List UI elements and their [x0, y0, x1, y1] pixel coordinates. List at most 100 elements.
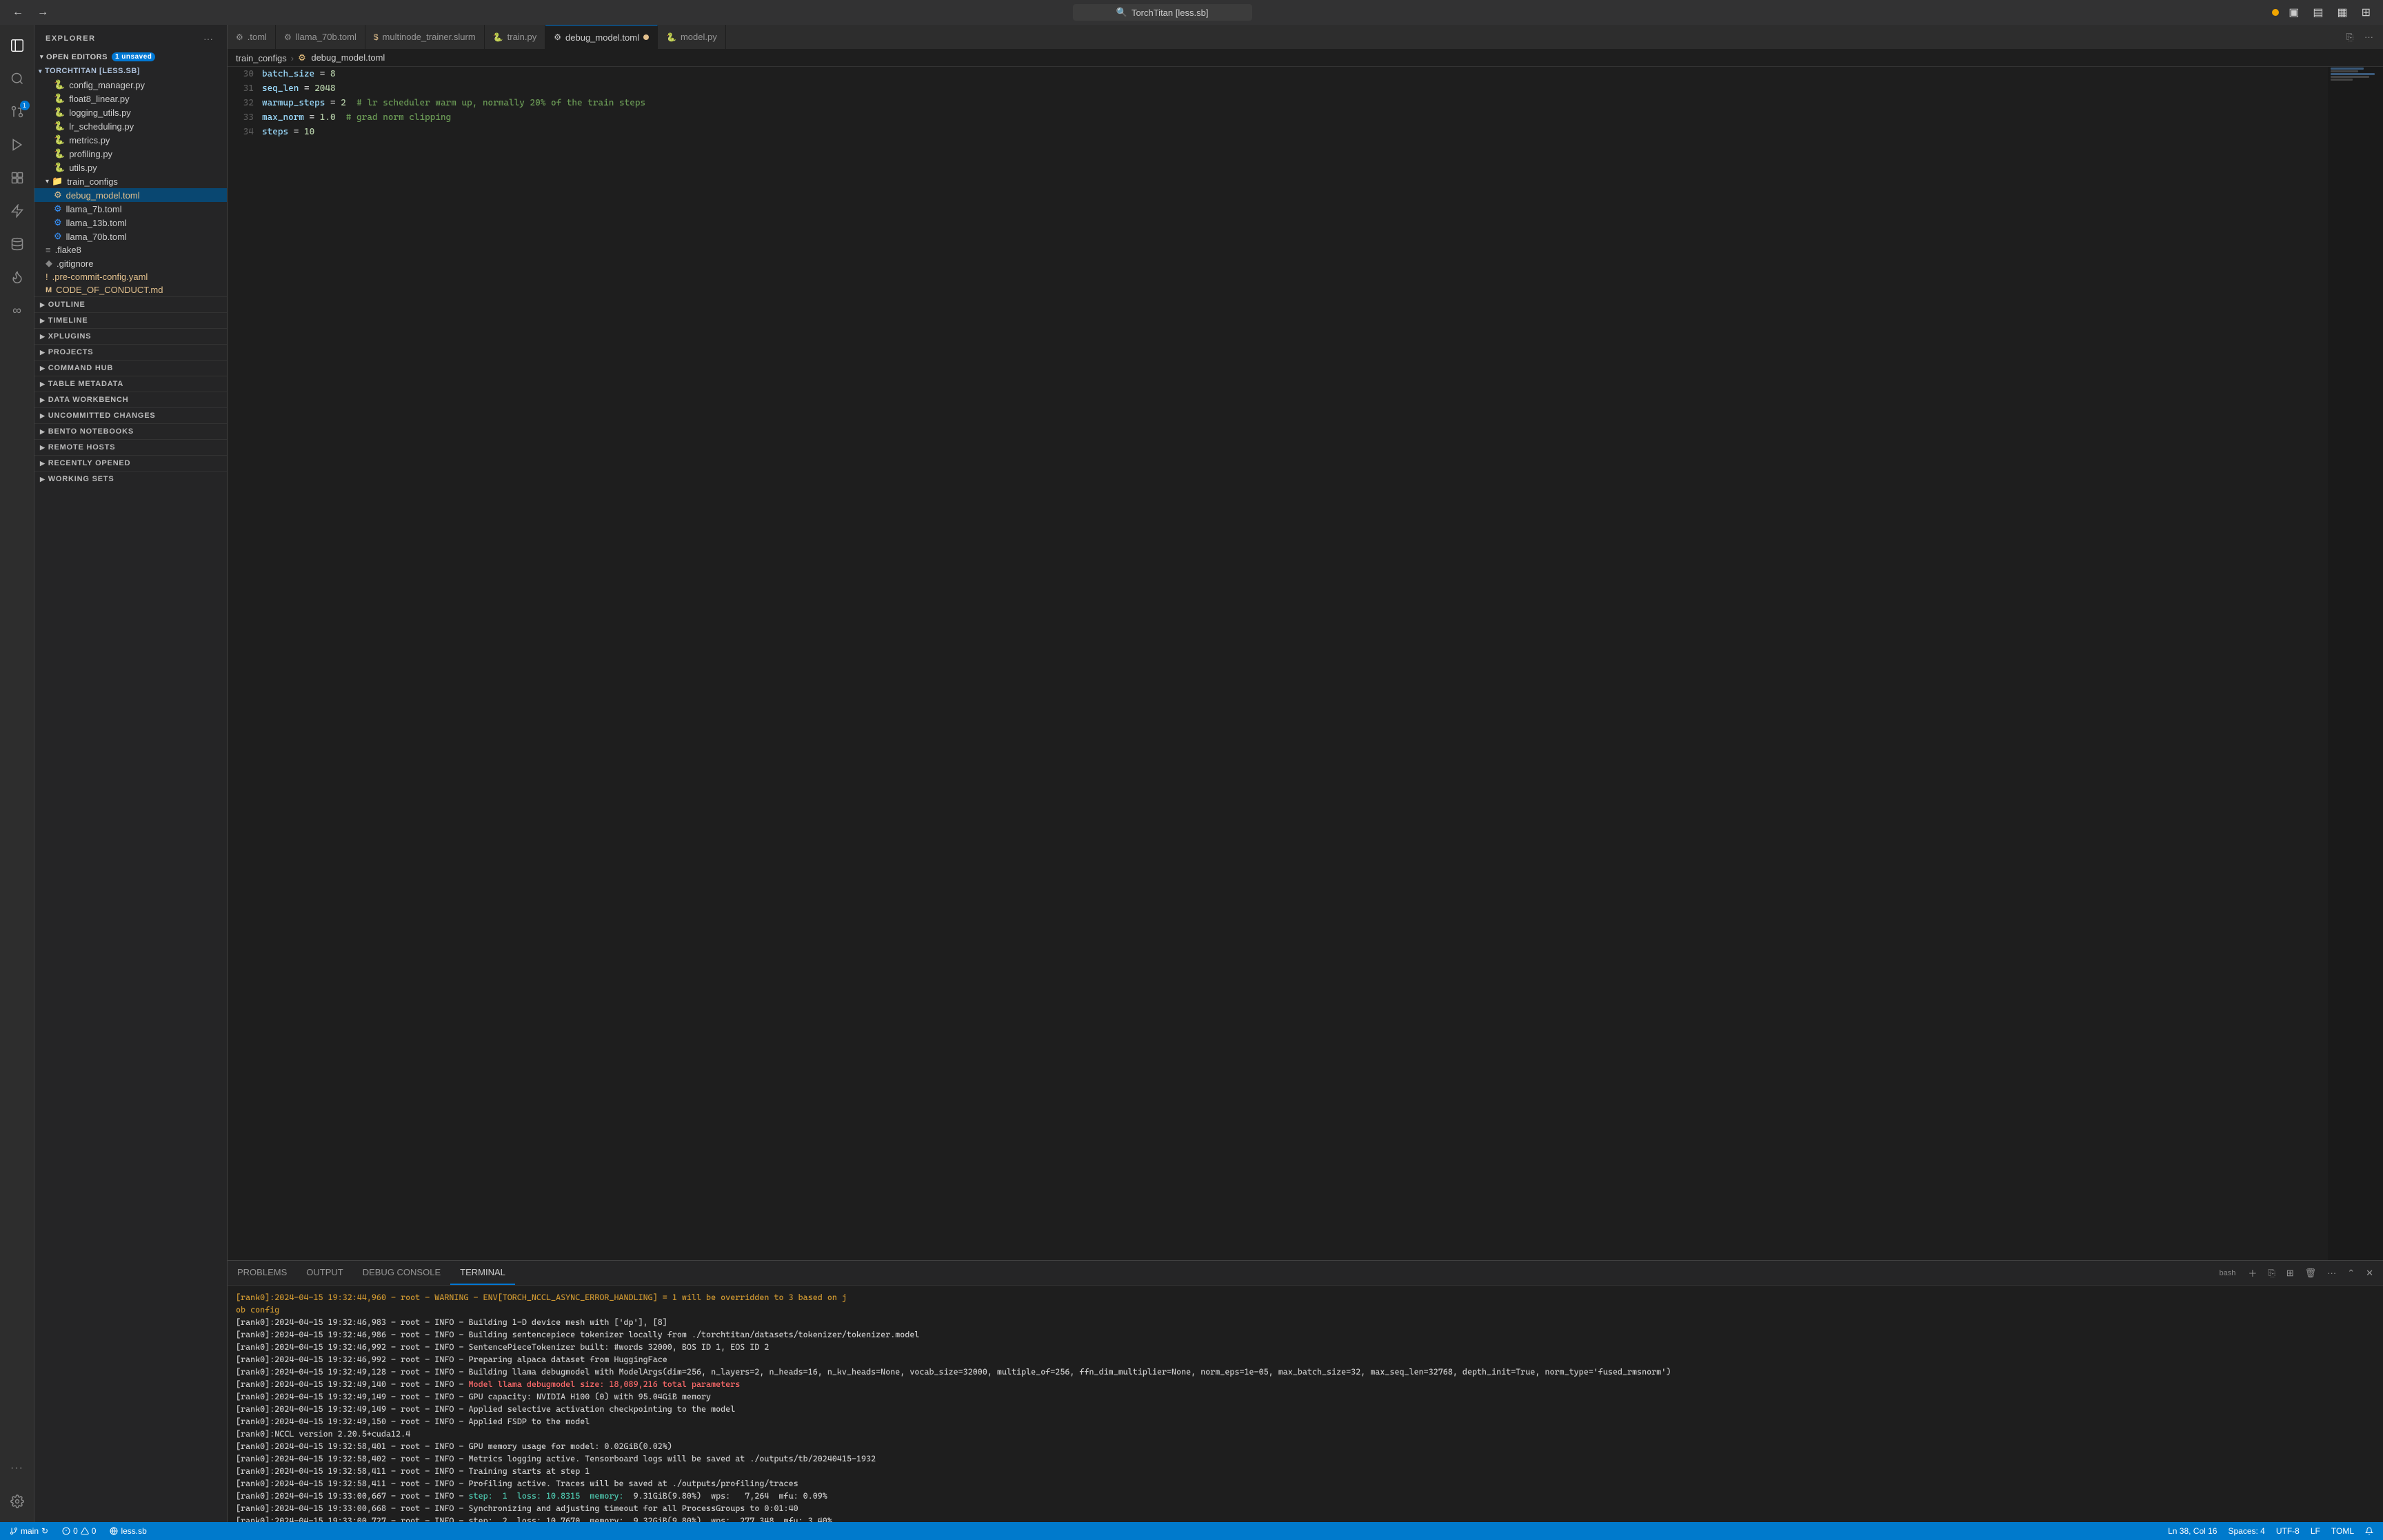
tab-icon: ⚙: [236, 32, 243, 42]
recently-opened-header[interactable]: ▶ RECENTLY OPENED: [34, 456, 227, 471]
file-name: debug_model.toml: [66, 190, 140, 201]
file-llama-7b[interactable]: ⚙ llama_7b.toml: [34, 202, 227, 216]
sidebar-more-button[interactable]: ···: [201, 32, 216, 45]
activity-ai[interactable]: ∞: [2, 295, 32, 325]
uncommitted-changes-header[interactable]: ▶ UNCOMMITTED CHANGES: [34, 408, 227, 423]
data-workbench-header[interactable]: ▶ DATA WORKBENCH: [34, 392, 227, 407]
clear-terminal-button[interactable]: 🗑: [2301, 1266, 2321, 1280]
outline-chevron: ▶: [40, 301, 46, 309]
tab-multinode[interactable]: $ multinode_trainer.slurm: [365, 25, 485, 49]
remote-hosts-header[interactable]: ▶ REMOTE HOSTS: [34, 440, 227, 455]
titlebar: ← → 🔍 TorchTitan [less.sb] ▣ ▤ ▦ ⊞: [0, 0, 2383, 25]
file-pre-commit[interactable]: ! .pre-commit-config.yaml: [34, 270, 227, 283]
file-llama-70b[interactable]: ⚙ llama_70b.toml: [34, 230, 227, 243]
terminal[interactable]: [rank0]:2024-04-15 19:32:44,960 - root -…: [228, 1286, 2383, 1522]
activity-source-control[interactable]: 1: [2, 97, 32, 127]
torchtitan-header[interactable]: ▾ TORCHTITAN [LESS.SB]: [34, 64, 227, 78]
code-editor[interactable]: 30 31 32 33 34 batch_size = 8 seq_len = …: [228, 67, 2383, 1260]
layout-button-4[interactable]: ⊞: [2357, 4, 2375, 21]
search-bar[interactable]: 🔍 TorchTitan [less.sb]: [1073, 4, 1252, 21]
terminal-line: [rank0]:2024-04-15 19:33:00,667 - root -…: [236, 1490, 2375, 1502]
file-metrics[interactable]: 🐍 metrics.py: [34, 133, 227, 147]
activity-extensions[interactable]: [2, 163, 32, 193]
forward-button[interactable]: →: [33, 5, 52, 20]
xplugins-header[interactable]: ▶ XPLUGINS: [34, 329, 227, 344]
activity-search[interactable]: [2, 63, 32, 94]
tab-bar-actions: ⎘ ···: [2342, 30, 2383, 44]
file-flake8[interactable]: ≡ .flake8: [34, 243, 227, 256]
outline-section: ▶ OUTLINE: [34, 296, 227, 312]
tab-llama-70b[interactable]: ⚙ llama_70b.toml: [276, 25, 365, 49]
line-num: 31: [236, 81, 254, 96]
status-language[interactable]: TOML: [2329, 1526, 2357, 1536]
tab-train[interactable]: 🐍 train.py: [485, 25, 546, 49]
table-metadata-header[interactable]: ▶ TABLE METADATA: [34, 376, 227, 392]
projects-header[interactable]: ▶ PROJECTS: [34, 345, 227, 360]
breadcrumb-train-configs[interactable]: train_configs: [236, 53, 287, 63]
recently-opened-section: ▶ RECENTLY OPENED: [34, 455, 227, 471]
file-profiling[interactable]: 🐍 profiling.py: [34, 147, 227, 161]
working-sets-header[interactable]: ▶ WORKING SETS: [34, 472, 227, 487]
panel-tab-problems[interactable]: PROBLEMS: [228, 1261, 296, 1285]
layout-button-2[interactable]: ▤: [2309, 4, 2327, 21]
line-num: 34: [236, 125, 254, 139]
status-branch[interactable]: main ↻: [7, 1526, 51, 1536]
status-branch-label[interactable]: less.sb: [107, 1526, 149, 1536]
file-config-manager[interactable]: 🐍 config_manager.py: [34, 78, 227, 92]
status-encoding[interactable]: UTF-8: [2273, 1526, 2302, 1536]
folder-name: train_configs: [67, 176, 118, 187]
file-utils[interactable]: 🐍 utils.py: [34, 161, 227, 174]
timeline-header[interactable]: ▶ TIMELINE: [34, 313, 227, 328]
open-editors-header[interactable]: ▾ OPEN EDITORS 1 unsaved: [34, 50, 227, 64]
layout-button-1[interactable]: ▣: [2284, 4, 2303, 21]
bento-notebooks-header[interactable]: ▶ BENTO NOTEBOOKS: [34, 424, 227, 439]
panel-tab-debug-console[interactable]: DEBUG CONSOLE: [353, 1261, 450, 1285]
data-workbench-label: DATA WORKBENCH: [48, 396, 129, 404]
status-notifications[interactable]: [2362, 1527, 2376, 1535]
status-position[interactable]: Ln 38, Col 16: [2165, 1526, 2220, 1536]
file-logging[interactable]: 🐍 logging_utils.py: [34, 105, 227, 119]
activity-fire[interactable]: [2, 262, 32, 292]
new-terminal-button[interactable]: ＋: [2244, 1265, 2261, 1281]
toml-icon: ⚙: [54, 190, 62, 201]
split-editor-button[interactable]: ⎘: [2342, 30, 2357, 44]
position-label: Ln 38, Col 16: [2168, 1526, 2217, 1536]
terminal-label: TERMINAL: [460, 1267, 505, 1277]
file-debug-model[interactable]: ⚙ debug_model.toml: [34, 188, 227, 202]
split-terminal-button[interactable]: ⎘: [2264, 1266, 2279, 1280]
status-bar: main ↻ 0 0 less.sb Ln 38, Col 16 Spaces:…: [0, 1522, 2383, 1540]
tab-toml[interactable]: ⚙ .toml: [228, 25, 276, 49]
close-panel-button[interactable]: ✕: [2362, 1266, 2377, 1280]
maximize-panel-button[interactable]: ⌃: [2343, 1266, 2359, 1280]
file-code-of-conduct[interactable]: M CODE_OF_CONDUCT.md: [34, 283, 227, 296]
folder-train-configs[interactable]: ▾ 📁 train_configs: [34, 174, 227, 188]
tab-label: multinode_trainer.slurm: [383, 32, 476, 42]
tab-more-button[interactable]: ···: [2360, 30, 2377, 43]
mini-line: [2331, 70, 2358, 72]
activity-ellipsis[interactable]: ···: [2, 1453, 32, 1483]
activity-settings[interactable]: [2, 1486, 32, 1517]
file-gitignore[interactable]: ◆ .gitignore: [34, 256, 227, 270]
outline-header[interactable]: ▶ OUTLINE: [34, 297, 227, 312]
status-eol[interactable]: LF: [2308, 1526, 2323, 1536]
activity-explorer[interactable]: [2, 30, 32, 61]
panel-tab-terminal[interactable]: TERMINAL: [450, 1261, 515, 1285]
terminal-grid-button[interactable]: ⊞: [2282, 1266, 2298, 1280]
activity-remote[interactable]: [2, 196, 32, 226]
file-float8[interactable]: 🐍 float8_linear.py: [34, 92, 227, 105]
panel-tab-output[interactable]: OUTPUT: [296, 1261, 352, 1285]
file-lr-scheduling[interactable]: 🐍 lr_scheduling.py: [34, 119, 227, 133]
tab-model[interactable]: 🐍 model.py: [658, 25, 726, 49]
layout-button-3[interactable]: ▦: [2333, 4, 2351, 21]
status-spaces[interactable]: Spaces: 4: [2225, 1526, 2267, 1536]
status-errors[interactable]: 0 0: [59, 1526, 99, 1536]
file-llama-13b[interactable]: ⚙ llama_13b.toml: [34, 216, 227, 230]
tab-debug-model[interactable]: ⚙ debug_model.toml: [545, 25, 658, 49]
activity-database[interactable]: [2, 229, 32, 259]
command-hub-header[interactable]: ▶ COMMAND HUB: [34, 361, 227, 376]
activity-run[interactable]: [2, 130, 32, 160]
breadcrumb-file[interactable]: ⚙ debug_model.toml: [298, 52, 385, 63]
terminal-more-button[interactable]: ···: [2323, 1266, 2340, 1279]
search-label: TorchTitan [less.sb]: [1132, 8, 1209, 18]
back-button[interactable]: ←: [8, 5, 28, 20]
